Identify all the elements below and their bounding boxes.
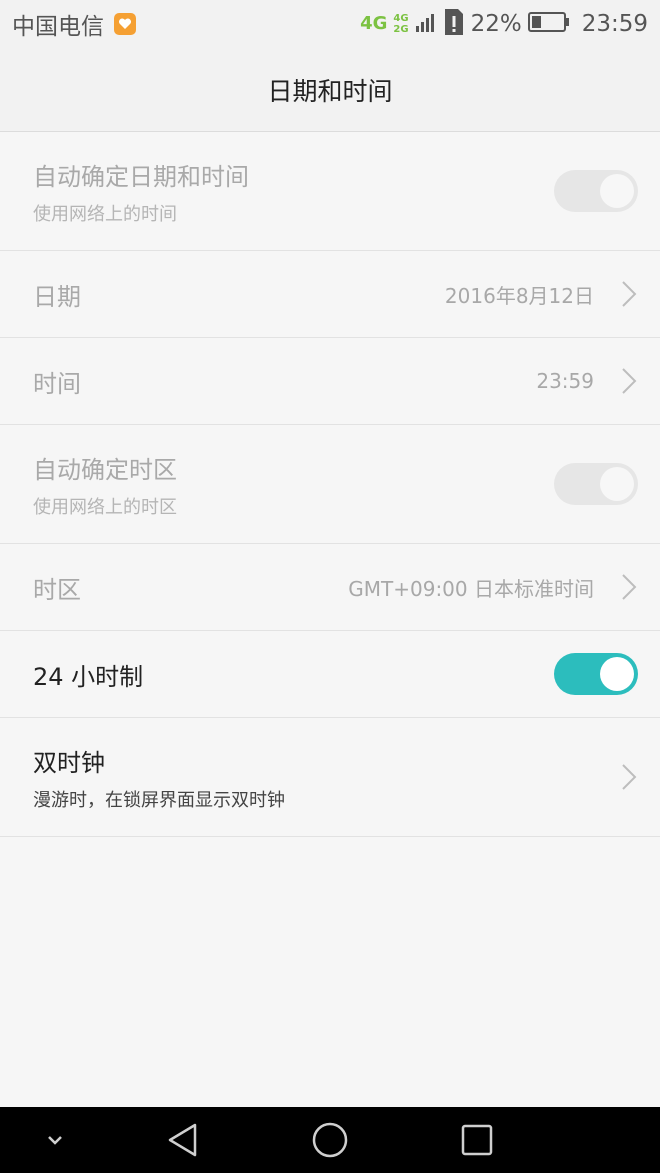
hour24-row[interactable]: 24 小时制 — [0, 631, 660, 718]
chevron-right-icon — [622, 574, 637, 600]
title-bar: 日期和时间 — [0, 48, 660, 132]
auto-timezone-toggle[interactable] — [554, 463, 638, 505]
heart-notification-icon — [114, 13, 136, 35]
time-value: 23:59 — [536, 369, 594, 393]
chevron-down-icon[interactable] — [30, 1107, 80, 1173]
status-time: 23:59 — [581, 11, 648, 37]
network-secondary-label: 4G 2G — [393, 13, 408, 35]
auto-timezone-row[interactable]: 自动确定时区 使用网络上的时区 — [0, 425, 660, 544]
dual-clock-row[interactable]: 双时钟 漫游时，在锁屏界面显示双时钟 — [0, 718, 660, 837]
page-title: 日期和时间 — [267, 76, 393, 106]
auto-datetime-title: 自动确定日期和时间 — [33, 162, 249, 191]
recent-square-icon[interactable] — [452, 1107, 502, 1173]
hour24-title: 24 小时制 — [33, 662, 144, 691]
status-bar: 中国电信 4G 4G 2G 22% 23:59 — [0, 0, 660, 48]
dual-clock-subtitle: 漫游时，在锁屏界面显示双时钟 — [33, 789, 285, 811]
time-title: 时间 — [33, 369, 81, 398]
network-secondary-bottom: 2G — [393, 24, 409, 35]
date-row[interactable]: 日期 2016年8月12日 — [0, 251, 660, 338]
chevron-right-icon — [622, 368, 637, 394]
auto-timezone-subtitle: 使用网络上的时区 — [33, 496, 177, 518]
time-row[interactable]: 时间 23:59 — [0, 338, 660, 425]
sim-alert-icon — [443, 8, 465, 40]
dual-clock-title: 双时钟 — [33, 748, 105, 777]
auto-datetime-subtitle: 使用网络上的时间 — [33, 203, 177, 225]
timezone-row[interactable]: 时区 GMT+09:00 日本标准时间 — [0, 544, 660, 631]
signal-bars-icon — [415, 11, 437, 37]
chevron-right-icon — [622, 281, 637, 307]
navigation-bar — [0, 1107, 660, 1173]
auto-datetime-row[interactable]: 自动确定日期和时间 使用网络上的时间 — [0, 132, 660, 251]
timezone-title: 时区 — [33, 575, 81, 604]
battery-percent: 22% — [470, 11, 522, 37]
date-value: 2016年8月12日 — [444, 283, 594, 308]
back-triangle-icon[interactable] — [158, 1107, 208, 1173]
network-4g-label: 4G — [360, 13, 388, 34]
date-title: 日期 — [33, 282, 81, 311]
carrier-label: 中国电信 — [12, 14, 104, 40]
hour24-toggle[interactable] — [554, 653, 638, 695]
auto-datetime-toggle[interactable] — [554, 170, 638, 212]
home-circle-icon[interactable] — [305, 1107, 355, 1173]
auto-timezone-title: 自动确定时区 — [33, 455, 177, 484]
battery-icon — [527, 11, 570, 37]
timezone-value: GMT+09:00 日本标准时间 — [348, 576, 594, 601]
network-secondary-top: 4G — [393, 13, 409, 24]
settings-list: 自动确定日期和时间 使用网络上的时间 日期 2016年8月12日 时间 23:5… — [0, 132, 660, 837]
chevron-right-icon — [622, 764, 637, 790]
